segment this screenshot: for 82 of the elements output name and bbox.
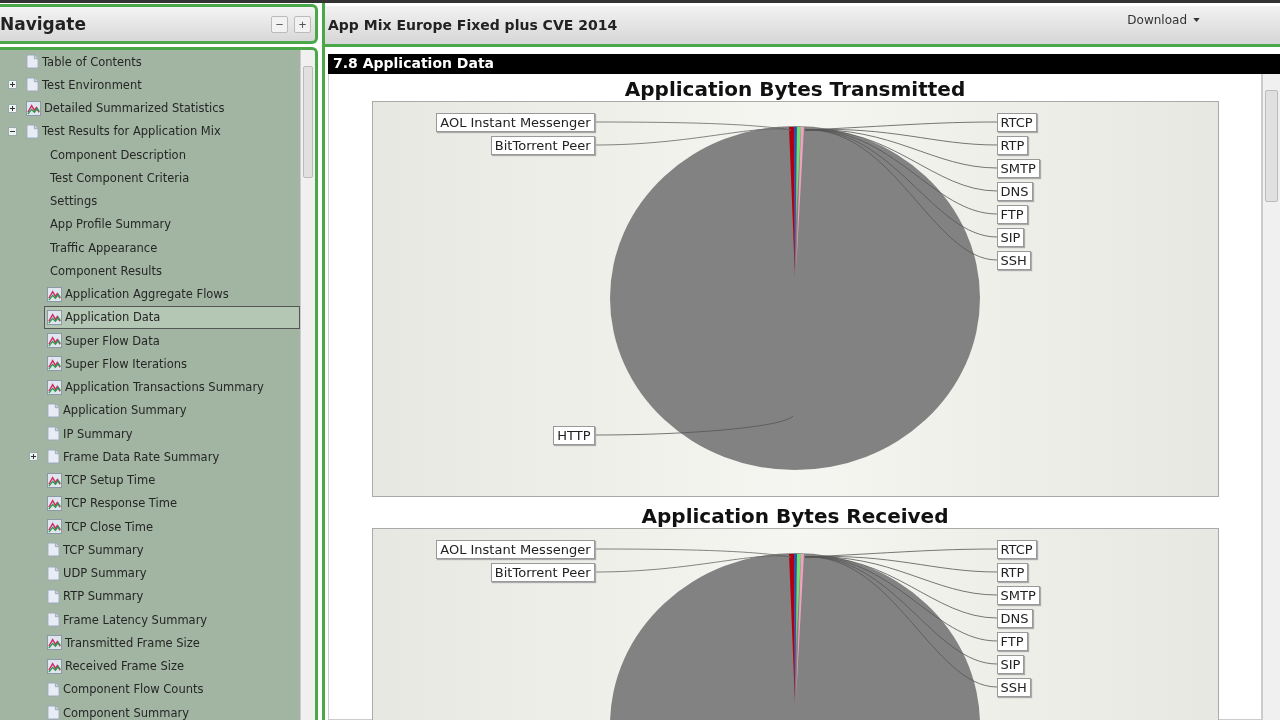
tree-item[interactable]: Test Component Criteria <box>44 166 300 190</box>
slice-label: AOL Instant Messenger <box>436 540 595 559</box>
chart-icon <box>47 658 62 674</box>
tree-item[interactable]: Settings <box>44 189 300 213</box>
slice-label: SSH <box>996 678 1031 697</box>
tree-item[interactable]: Frame Latency Summary <box>44 608 300 632</box>
tree-item[interactable]: Frame Data Rate Summary <box>44 445 300 469</box>
tree-item[interactable]: IP Summary <box>44 422 300 446</box>
tree-item[interactable]: Application Data <box>44 305 300 329</box>
scrollbar[interactable] <box>300 50 315 720</box>
chart-icon <box>47 286 62 302</box>
tree-item[interactable]: Application Transactions Summary <box>44 375 300 399</box>
chart-icon <box>47 309 62 325</box>
tree-item[interactable]: App Profile Summary <box>44 212 300 236</box>
document-icon <box>47 565 60 581</box>
tree-item[interactable]: Component Flow Counts <box>44 677 300 701</box>
document-icon <box>47 612 60 628</box>
slice-label: SSH <box>996 251 1031 270</box>
tree-item[interactable]: Transmitted Frame Size <box>44 631 300 655</box>
tree-item[interactable]: Table of Contents <box>23 50 300 74</box>
caret-icon <box>1193 18 1200 22</box>
slice-label: RTP <box>996 136 1029 155</box>
tree-item[interactable]: Test Results for Application Mix <box>23 119 300 143</box>
tree-item[interactable]: Application Aggregate Flows <box>44 282 300 306</box>
document-icon <box>47 681 60 697</box>
tree-item[interactable]: RTP Summary <box>44 584 300 608</box>
tree-item[interactable]: Test Environment <box>23 73 300 97</box>
document-icon <box>47 542 60 558</box>
document-icon <box>47 426 60 442</box>
chart-title: Application Bytes Transmitted <box>624 77 966 101</box>
download-menu-button[interactable]: Download <box>1127 13 1200 27</box>
chart-icon <box>47 495 62 511</box>
tree-item[interactable]: Super Flow Iterations <box>44 352 300 376</box>
slice-label: SIP <box>996 655 1025 674</box>
slice-label: RTCP <box>996 113 1037 132</box>
tree-item[interactable]: TCP Setup Time <box>44 468 300 492</box>
slice-label: SMTP <box>996 159 1040 178</box>
document-icon <box>26 54 39 70</box>
report-title: App Mix Europe Fixed plus CVE 2014 <box>328 17 618 33</box>
slice-label: SIP <box>996 228 1025 247</box>
tree-item[interactable]: Component Description <box>44 143 300 167</box>
document-icon <box>26 123 39 139</box>
slice-label: FTP <box>996 205 1028 224</box>
chart-title: Application Bytes Received <box>641 504 949 528</box>
tree-item[interactable]: Application Summary <box>44 398 300 422</box>
document-icon <box>26 77 39 93</box>
chart-icon <box>47 472 62 488</box>
slice-label: DNS <box>996 182 1033 201</box>
tree-item[interactable]: Super Flow Data <box>44 329 300 353</box>
panel-title: Navigate <box>0 14 86 34</box>
tree-item[interactable]: Traffic Appearance <box>44 236 300 260</box>
chart-icon <box>26 100 41 116</box>
document-icon <box>47 402 60 418</box>
chart-icon <box>47 356 62 372</box>
chart-icon <box>47 333 62 349</box>
tree-item[interactable]: TCP Close Time <box>44 515 300 539</box>
tree-item[interactable]: TCP Response Time <box>44 491 300 515</box>
document-icon <box>47 449 60 465</box>
slice-label: RTP <box>996 563 1029 582</box>
tree-item[interactable]: TCP Summary <box>44 538 300 562</box>
collapse-all-button[interactable]: − <box>271 15 288 33</box>
tree-item[interactable]: Component Results <box>44 259 300 283</box>
slice-label: RTCP <box>996 540 1037 559</box>
slice-label: BitTorrent Peer <box>490 136 595 155</box>
slice-label: HTTP <box>553 426 595 445</box>
tree-item[interactable]: UDP Summary <box>44 561 300 585</box>
document-icon <box>47 588 60 604</box>
chart-icon <box>47 379 62 395</box>
document-icon <box>47 705 60 720</box>
slice-label: SMTP <box>996 586 1040 605</box>
expand-all-button[interactable]: + <box>294 15 311 33</box>
scrollbar[interactable] <box>1262 74 1280 720</box>
slice-label: FTP <box>996 632 1028 651</box>
slice-label: BitTorrent Peer <box>490 563 595 582</box>
slice-label: AOL Instant Messenger <box>436 113 595 132</box>
section-heading: 7.8 Application Data <box>328 54 1280 74</box>
tree-item[interactable]: Received Frame Size <box>44 654 300 678</box>
tree-item[interactable]: Detailed Summarized Statistics <box>23 96 300 120</box>
chart-icon <box>47 635 62 651</box>
tree-item[interactable]: Component Summary <box>44 701 300 720</box>
slice-label: DNS <box>996 609 1033 628</box>
chart-icon <box>47 519 62 535</box>
